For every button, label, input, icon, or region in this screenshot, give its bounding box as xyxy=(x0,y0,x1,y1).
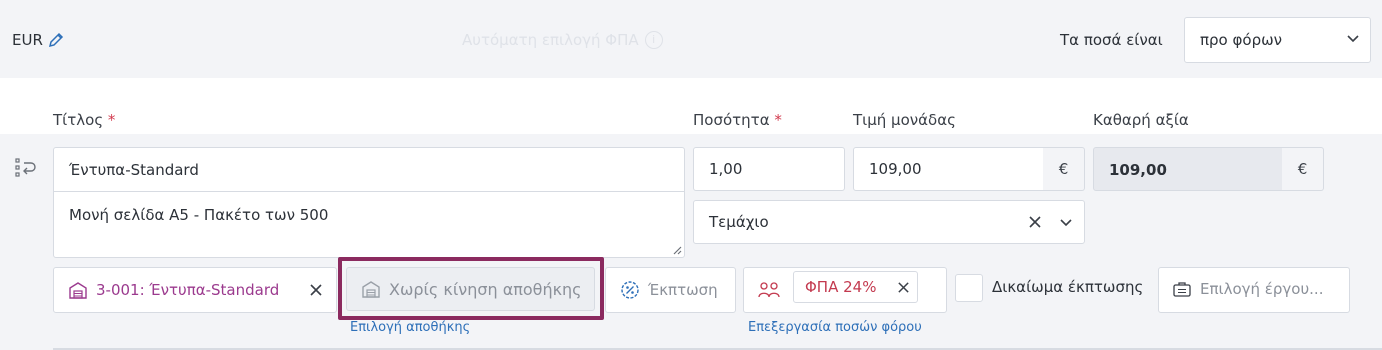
amounts-tax-mode-select[interactable]: προ φόρων xyxy=(1184,17,1371,63)
clear-icon[interactable] xyxy=(1028,215,1042,229)
vat-tag[interactable]: ΦΠΑ 24% xyxy=(793,271,918,303)
quantity-label: Ποσότητα * xyxy=(693,111,782,129)
quantity-input[interactable]: 1,00 xyxy=(693,147,845,191)
warehouse-icon xyxy=(69,282,87,299)
product-chip-label: 3-001: Έντυπα-Standard xyxy=(96,281,280,299)
quantity-value: 1,00 xyxy=(709,160,743,178)
amounts-are-label: Τα ποσά είναι xyxy=(1060,31,1163,49)
resize-handle-icon[interactable] xyxy=(672,245,682,255)
title-label-text: Τίτλος xyxy=(53,111,104,129)
title-input-value: Έντυπα-Standard xyxy=(69,161,199,179)
pencil-icon[interactable] xyxy=(47,31,65,49)
title-description-field: Έντυπα-Standard Μονή σελίδα Α5 - Πακέτο … xyxy=(53,147,685,258)
unit-price-input[interactable]: 109,00 xyxy=(853,147,1044,191)
auto-vat-hint: Αυτόματη επιλογή ΦΠΑ i xyxy=(462,31,663,49)
no-warehouse-movement-button[interactable]: Χωρίς κίνηση αποθήκης xyxy=(346,267,595,311)
no-warehouse-movement-label: Χωρίς κίνηση αποθήκης xyxy=(389,279,582,299)
unit-price-label: Τιμή μονάδας xyxy=(853,111,956,129)
net-value-currency: € xyxy=(1282,147,1324,191)
unit-price-currency: € xyxy=(1043,147,1085,191)
deduction-right-checkbox[interactable] xyxy=(955,274,983,302)
remove-vat-icon[interactable] xyxy=(897,281,910,294)
currency-selector[interactable]: EUR xyxy=(12,31,65,49)
choose-warehouse-link[interactable]: Επιλογή αποθήκης xyxy=(350,320,470,335)
chevron-down-icon[interactable] xyxy=(1059,218,1073,228)
amounts-tax-mode-value: προ φόρων xyxy=(1200,31,1283,49)
vat-tag-label: ΦΠΑ 24% xyxy=(805,278,877,296)
title-input[interactable]: Έντυπα-Standard xyxy=(54,148,684,192)
auto-vat-text: Αυτόματη επιλογή ΦΠΑ xyxy=(462,31,639,49)
remove-product-icon[interactable] xyxy=(309,283,323,297)
discount-button[interactable]: Έκπτωση xyxy=(605,267,736,313)
net-value: 109,00 xyxy=(1109,161,1167,179)
product-chip[interactable]: 3-001: Έντυπα-Standard xyxy=(53,267,337,313)
title-label: Τίτλος * xyxy=(53,111,115,129)
net-value-label: Καθαρή αξία xyxy=(1093,111,1189,129)
description-textarea[interactable]: Μονή σελίδα Α5 - Πακέτο των 500 xyxy=(69,206,328,224)
edit-tax-amounts-link[interactable]: Επεξεργασία ποσών φόρου xyxy=(748,320,922,335)
project-placeholder: Επιλογή έργου... xyxy=(1200,280,1324,298)
unit-value: Τεμάχιο xyxy=(709,213,769,231)
unit-select[interactable]: Τεμάχιο xyxy=(693,200,1085,244)
briefcase-icon xyxy=(1173,282,1191,297)
document-settings-bar: EUR Αυτόματη επιλογή ΦΠΑ i Τα ποσά είναι… xyxy=(0,0,1382,78)
info-circle-icon: i xyxy=(644,31,663,49)
deduction-right-label: Δικαίωμα έκπτωσης xyxy=(992,278,1144,296)
unit-price-value: 109,00 xyxy=(869,160,922,178)
project-select[interactable]: Επιλογή έργου... xyxy=(1158,267,1350,313)
chevron-down-icon xyxy=(1347,35,1359,43)
reorder-handle-icon[interactable] xyxy=(14,157,38,179)
discount-label: Έκπτωση xyxy=(648,281,718,299)
net-value-field: 109,00 xyxy=(1093,147,1283,191)
quantity-label-text: Ποσότητα xyxy=(693,111,770,129)
warehouse-icon xyxy=(362,281,380,298)
tax-people-icon xyxy=(758,282,780,298)
required-mark: * xyxy=(107,111,116,129)
currency-code: EUR xyxy=(12,31,43,49)
required-mark: * xyxy=(774,111,782,129)
discount-percent-icon xyxy=(621,281,639,299)
